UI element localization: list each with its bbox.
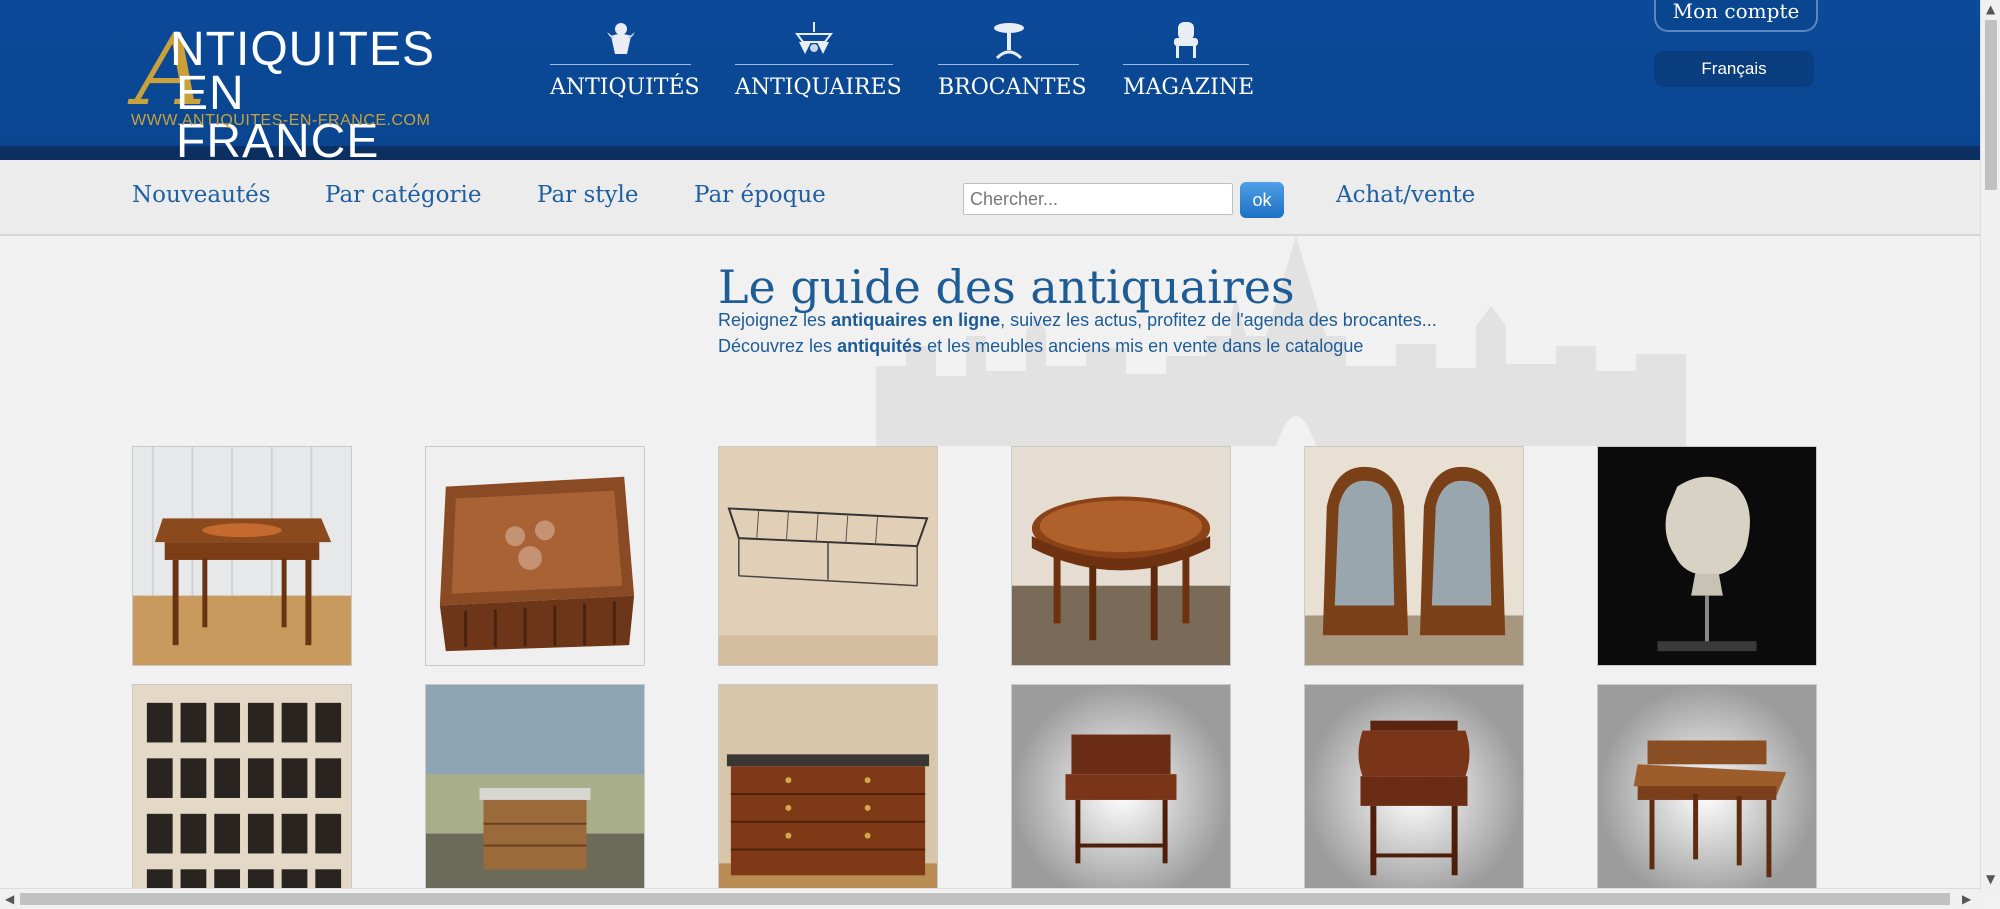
ladies-desk-image xyxy=(1598,685,1816,903)
product-thumbnail[interactable] xyxy=(132,684,352,904)
writing-desk-image xyxy=(1012,685,1230,903)
metal-wall-rack-image xyxy=(719,447,937,665)
nav-antiquites-label: ANTIQUITÉS xyxy=(550,75,700,100)
scroll-down-icon[interactable]: ▼ xyxy=(1986,872,1995,886)
scroll-left-icon[interactable]: ◀ xyxy=(5,892,14,906)
subnav-achat-vente[interactable]: Achat/vente xyxy=(1336,182,1475,208)
pair-of-armchairs-image xyxy=(1305,447,1523,665)
vertical-scrollbar[interactable]: ▲ ▼ xyxy=(1980,0,2000,890)
scroll-up-icon[interactable]: ▲ xyxy=(1986,2,1995,16)
product-thumbnail[interactable] xyxy=(718,446,938,666)
product-thumbnail[interactable] xyxy=(132,446,352,666)
pedestal-table-icon xyxy=(938,20,1079,65)
vertical-scroll-thumb[interactable] xyxy=(1985,20,1997,190)
nav-brocantes-label: BROCANTES xyxy=(938,75,1087,100)
nav-brocantes[interactable]: BROCANTES xyxy=(938,20,1087,100)
guide-line2-text: Découvrez les xyxy=(718,336,838,356)
subnav-par-categorie[interactable]: Par catégorie xyxy=(325,182,481,208)
nav-antiquites[interactable]: ANTIQUITÉS xyxy=(550,20,700,100)
product-thumbnail[interactable] xyxy=(1597,446,1817,666)
product-thumbnail[interactable] xyxy=(1011,446,1231,666)
guide-line1-text: Rejoignez les xyxy=(718,310,832,330)
antiquaires-en-ligne-link[interactable]: antiquaires en ligne xyxy=(831,310,1000,330)
product-thumbnail[interactable] xyxy=(1011,684,1231,904)
horizontal-scroll-thumb[interactable] xyxy=(20,893,1950,905)
roll-top-secretary-image xyxy=(1305,685,1523,903)
framed-herbarium-image xyxy=(133,685,351,903)
logo-url: WWW.ANTIQUITES-EN-FRANCE.COM xyxy=(131,112,431,129)
marquetry-side-table-image xyxy=(133,447,351,665)
search-button[interactable]: ok xyxy=(1240,182,1284,218)
page-title: Le guide des antiquaires xyxy=(718,260,1295,314)
nav-magazine[interactable]: MAGAZINE xyxy=(1123,20,1254,100)
round-inlaid-table-image xyxy=(1012,447,1230,665)
guide-intro-line-1: Rejoignez les antiquaires en ligne, suiv… xyxy=(718,310,1437,331)
product-thumbnail[interactable] xyxy=(718,684,938,904)
search-input[interactable] xyxy=(963,183,1233,215)
armchair-icon xyxy=(1123,20,1249,65)
product-thumbnail[interactable] xyxy=(425,446,645,666)
marble-top-commode-image xyxy=(426,685,644,903)
subnav-par-epoque[interactable]: Par époque xyxy=(694,182,826,208)
cherub-icon xyxy=(550,20,691,65)
scroll-right-icon[interactable]: ▶ xyxy=(1962,892,1971,906)
product-thumbnail[interactable] xyxy=(1304,446,1524,666)
product-thumbnail[interactable] xyxy=(425,684,645,904)
chandelier-icon xyxy=(735,20,893,65)
product-thumbnail[interactable] xyxy=(1597,684,1817,904)
guide-line1-text-end: , suivez les actus, profitez de l'agenda… xyxy=(1000,310,1437,330)
guide-intro-line-2: Découvrez les antiquités et les meubles … xyxy=(718,336,1363,357)
guide-line2-text-end: et les meubles anciens mis en vente dans… xyxy=(922,336,1364,356)
nav-antiquaires[interactable]: ANTIQUAIRES xyxy=(735,20,902,100)
secondary-nav: Nouveautés Par catégorie Par style Par é… xyxy=(0,160,1980,236)
carved-wooden-box-image xyxy=(426,447,644,665)
plaster-bust-image xyxy=(1598,447,1816,665)
subnav-nouveautes[interactable]: Nouveautés xyxy=(132,182,271,208)
my-account-button[interactable]: Mon compte xyxy=(1654,0,1818,32)
site-header: A NTIQUITES EN FRANCE WWW.ANTIQUITES-EN-… xyxy=(0,0,1980,166)
antiquites-link[interactable]: antiquités xyxy=(837,336,922,356)
product-thumbnail[interactable] xyxy=(1304,684,1524,904)
nav-antiquaires-label: ANTIQUAIRES xyxy=(735,75,902,100)
language-selector[interactable]: Français xyxy=(1654,51,1814,87)
site-logo[interactable]: A NTIQUITES EN FRANCE WWW.ANTIQUITES-EN-… xyxy=(130,22,460,166)
horizontal-scrollbar[interactable]: ◀ ▶ xyxy=(0,888,1980,909)
nav-magazine-label: MAGAZINE xyxy=(1123,75,1255,100)
empire-chest-of-drawers-image xyxy=(719,685,937,903)
subnav-par-style[interactable]: Par style xyxy=(537,182,638,208)
